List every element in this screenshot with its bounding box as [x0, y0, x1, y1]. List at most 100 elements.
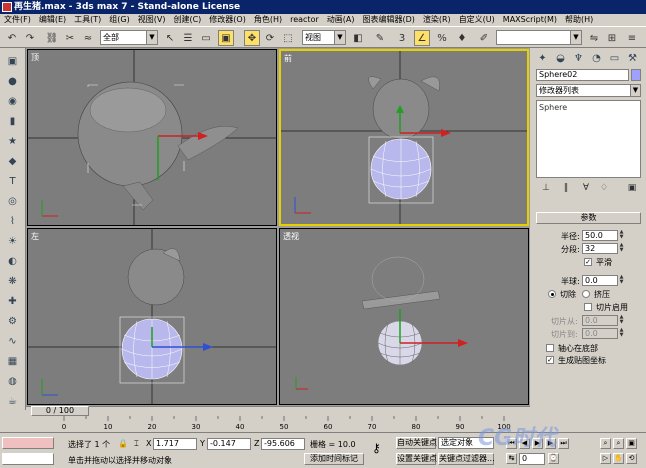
key-icon[interactable]: ⚷	[372, 441, 381, 455]
object-color-swatch[interactable]	[631, 69, 641, 81]
window-crossing-icon[interactable]: ▣	[218, 30, 234, 46]
select-object-icon[interactable]: ↖	[162, 30, 178, 46]
segments-spinner[interactable]: 32 ▲ ▼	[582, 243, 623, 254]
menu-animation[interactable]: 动画(A)	[323, 14, 359, 26]
star-icon[interactable]: ★	[4, 134, 21, 149]
time-slider-track[interactable]	[26, 406, 530, 416]
rect-selection-icon[interactable]: ▭	[198, 30, 214, 46]
create-tab-icon[interactable]: ✦	[534, 50, 551, 66]
key-mode-toggle-icon[interactable]: ↹	[506, 453, 517, 464]
angle-snap-icon[interactable]: ∠	[414, 30, 430, 46]
align-icon[interactable]: ⊞	[604, 30, 620, 46]
menu-tools[interactable]: 工具(T)	[70, 14, 105, 26]
menu-modifiers[interactable]: 修改器(O)	[205, 14, 250, 26]
key-filters-button[interactable]: 关键点过滤器...	[438, 453, 495, 465]
menu-edit[interactable]: 编辑(E)	[35, 14, 70, 26]
menu-customize[interactable]: 自定义(U)	[455, 14, 499, 26]
layer-manager-icon[interactable]: ≡	[624, 30, 640, 46]
viewport-perspective[interactable]: 透视	[279, 228, 529, 405]
add-time-tag-button[interactable]: 添加时间标记	[304, 453, 364, 465]
bone-icon[interactable]: ⌇	[4, 214, 21, 229]
configure-sets-icon[interactable]: ▣	[626, 182, 638, 194]
bend-icon[interactable]: ∿	[4, 334, 21, 349]
menu-rendering[interactable]: 渲染(R)	[419, 14, 455, 26]
light-icon[interactable]: ☀	[4, 234, 21, 249]
menu-help[interactable]: 帮助(H)	[561, 14, 597, 26]
viewport-left[interactable]: 左	[27, 228, 277, 405]
undo-icon[interactable]: ↶	[4, 30, 20, 46]
slice-from-spinner[interactable]: 0.0 ▲ ▼	[582, 315, 623, 326]
set-key-button[interactable]: 设置关键点	[396, 453, 437, 465]
pan-icon[interactable]: ✋	[613, 453, 624, 464]
time-config-icon[interactable]: ⌚	[548, 453, 559, 464]
menu-views[interactable]: 视图(V)	[134, 14, 170, 26]
lattice-icon[interactable]: ▦	[4, 354, 21, 369]
base-to-pivot-checkbox[interactable]	[546, 344, 554, 352]
radius-spinner[interactable]: 50.0 ▲ ▼	[582, 230, 623, 241]
squash-radio[interactable]	[582, 290, 590, 298]
zoom-icon[interactable]: ⌕	[600, 438, 611, 449]
cylinder-icon[interactable]: ▮	[4, 114, 21, 129]
box-icon[interactable]: ▣	[4, 54, 21, 69]
motion-tab-icon[interactable]: ◔	[588, 50, 605, 66]
spinner-arrows-icon[interactable]: ▲ ▼	[618, 328, 625, 339]
named-selection-dropdown[interactable]: ▼	[496, 30, 582, 45]
selection-filter-dropdown[interactable]: 全部 ▼	[100, 30, 158, 45]
field-of-view-icon[interactable]: ▷	[600, 453, 611, 464]
reference-coord-dropdown[interactable]: 视图 ▼	[302, 30, 346, 45]
chop-radio[interactable]	[548, 290, 556, 298]
maxscript-listener[interactable]	[2, 437, 54, 449]
utilities-tab-icon[interactable]: ⚒	[624, 50, 641, 66]
z-coordinate-field[interactable]: -95.606	[261, 438, 305, 450]
tube-icon[interactable]: ◎	[4, 194, 21, 209]
spinner-arrows-icon[interactable]: ▲ ▼	[618, 243, 625, 254]
modifier-stack[interactable]: Sphere	[536, 100, 641, 178]
current-frame-field[interactable]: 0	[519, 453, 545, 465]
menu-reactor[interactable]: reactor	[286, 14, 323, 26]
geosphere-icon[interactable]: ◉	[4, 94, 21, 109]
object-name-field[interactable]: Sphere02	[536, 69, 629, 81]
smooth-checkbox[interactable]: ✓	[584, 258, 592, 266]
mirror-icon[interactable]: ⇋	[586, 30, 602, 46]
maxscript-mini-listener[interactable]	[2, 453, 54, 465]
spinner-arrows-icon[interactable]: ▲ ▼	[618, 230, 625, 241]
select-and-move-icon[interactable]: ✥	[244, 30, 260, 46]
helper-icon[interactable]: ✚	[4, 294, 21, 309]
modify-tab-icon[interactable]: ◒	[552, 50, 569, 66]
select-and-scale-icon[interactable]: ⬚	[280, 30, 296, 46]
menu-graph-editors[interactable]: 图表编辑器(D)	[358, 14, 418, 26]
spinner-arrows-icon[interactable]: ▲ ▼	[618, 315, 625, 326]
arc-rotate-icon[interactable]: ⟲	[626, 453, 637, 464]
absolute-mode-icon[interactable]: ⌶	[134, 439, 139, 449]
modifier-icon[interactable]: ⚙	[4, 314, 21, 329]
sphere-icon[interactable]: ●	[4, 74, 21, 89]
remove-modifier-icon[interactable]: ♢	[598, 182, 610, 194]
menu-group[interactable]: 组(G)	[105, 14, 133, 26]
menu-file[interactable]: 文件(F)	[0, 14, 35, 26]
track-bar[interactable]: 0 10 20 30 40 50 60 70 80 90 100	[56, 416, 511, 432]
y-coordinate-field[interactable]: -0.147	[207, 438, 251, 450]
snap-3d-icon[interactable]: 3	[394, 30, 410, 46]
spinner-snap-icon[interactable]: ♦	[454, 30, 470, 46]
zoom-all-icon[interactable]: ⌕	[613, 438, 624, 449]
show-end-result-icon[interactable]: ‖	[560, 182, 572, 194]
lock-icon[interactable]: 🔒	[118, 439, 128, 448]
stack-item[interactable]: Sphere	[539, 103, 567, 112]
camera-icon[interactable]: ◐	[4, 254, 21, 269]
pin-stack-icon[interactable]: ⊥	[540, 182, 552, 194]
particle-icon[interactable]: ❋	[4, 274, 21, 289]
spinner-arrows-icon[interactable]: ▲ ▼	[618, 275, 625, 286]
dummy-icon[interactable]: ◆	[4, 154, 21, 169]
material-icon[interactable]: ◍	[4, 374, 21, 389]
pivot-center-icon[interactable]: ◧	[350, 30, 366, 46]
zoom-extents-icon[interactable]: ▣	[626, 438, 637, 449]
goto-end-icon[interactable]: ⏭	[558, 438, 569, 449]
hemisphere-spinner[interactable]: 0.0 ▲ ▼	[582, 275, 623, 286]
auto-key-button[interactable]: 自动关键点	[396, 437, 437, 449]
display-tab-icon[interactable]: ▭	[606, 50, 623, 66]
menu-character[interactable]: 角色(H)	[250, 14, 286, 26]
viewport-top[interactable]: 顶	[27, 49, 277, 226]
select-and-rotate-icon[interactable]: ⟳	[262, 30, 278, 46]
text-shape-icon[interactable]: T	[4, 174, 21, 189]
modifier-list-dropdown[interactable]: 修改器列表 ▼	[536, 84, 641, 97]
